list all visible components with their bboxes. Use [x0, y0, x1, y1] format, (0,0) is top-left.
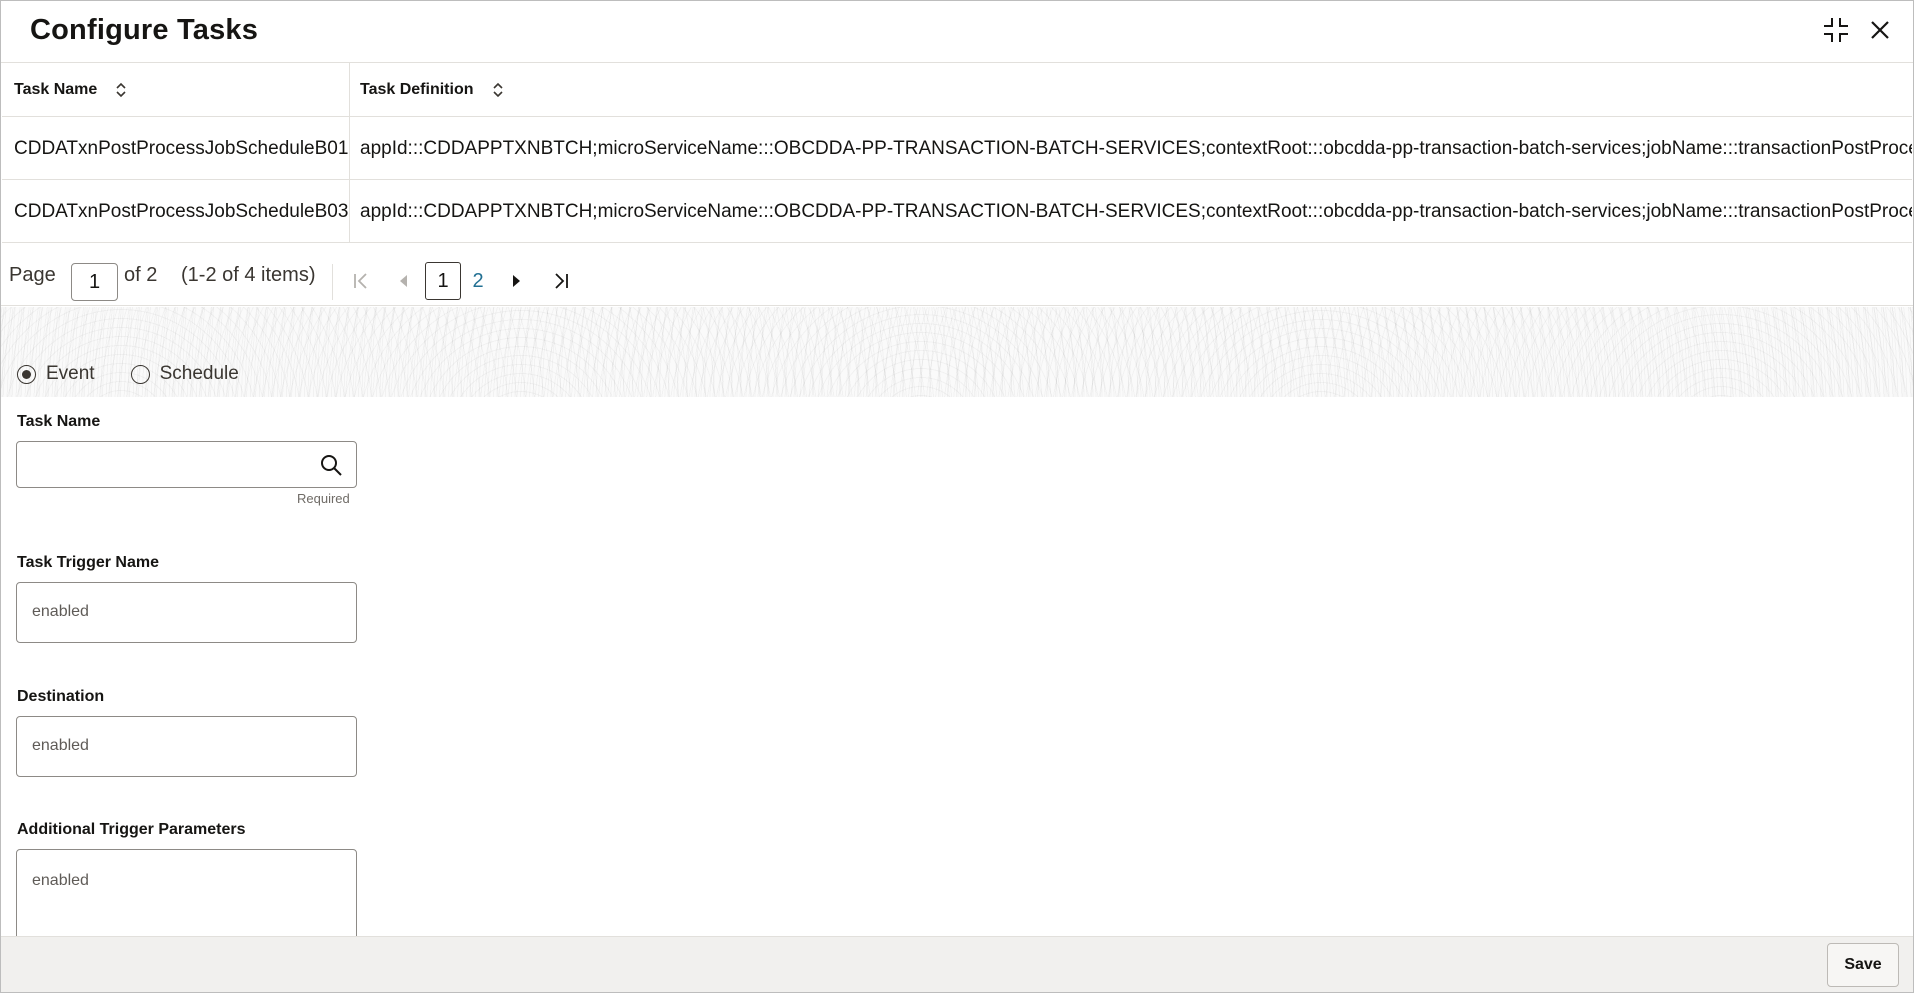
sort-icon[interactable] — [115, 82, 127, 98]
first-page-button[interactable] — [346, 266, 376, 296]
next-page-button[interactable] — [501, 266, 531, 296]
decorative-background-band — [1, 307, 1913, 397]
radio-schedule[interactable]: Schedule — [130, 363, 239, 385]
additional-trigger-parameters-value: enabled — [32, 872, 89, 889]
page-number-input[interactable] — [71, 263, 118, 301]
close-icon — [1871, 21, 1889, 39]
save-button[interactable]: Save — [1827, 943, 1899, 987]
destination-field[interactable]: enabled — [16, 716, 357, 777]
dialog-footer: Save — [1, 936, 1913, 992]
task-trigger-name-field[interactable]: enabled — [16, 582, 357, 643]
dialog-title: Configure Tasks — [30, 14, 259, 46]
search-button[interactable] — [318, 452, 344, 478]
task-name-label: Task Name — [17, 413, 101, 430]
minimize-button[interactable] — [1819, 13, 1853, 47]
configure-tasks-dialog: Configure Tasks Task Name Task Definitio… — [0, 0, 1914, 993]
table-header: Task Name Task Definition — [2, 63, 1912, 117]
pagination-divider — [332, 264, 333, 300]
items-range-label: (1-2 of 4 items) — [181, 264, 316, 286]
cell-task-definition: appId:::CDDAPPTXNBTCH;microServiceName::… — [360, 200, 1912, 222]
column-header-task-name[interactable]: Task Name — [14, 63, 127, 117]
column-header-task-definition[interactable]: Task Definition — [360, 63, 504, 117]
last-page-button[interactable] — [546, 266, 576, 296]
pagination: Page of 2 (1-2 of 4 items) 1 2 — [1, 244, 1913, 306]
trigger-type-radio-group: Event Schedule — [17, 363, 275, 385]
column-header-label: Task Definition — [360, 81, 474, 98]
radio-event[interactable]: Event — [17, 363, 95, 385]
page-label: Page — [9, 264, 56, 286]
radio-label: Event — [46, 363, 95, 384]
search-icon — [321, 455, 342, 476]
page-button-2[interactable]: 2 — [460, 262, 496, 300]
collapse-icon — [1824, 18, 1848, 42]
task-trigger-name-label: Task Trigger Name — [17, 554, 159, 571]
radio-selected-icon — [17, 364, 36, 384]
cell-task-definition: appId:::CDDAPPTXNBTCH;microServiceName::… — [360, 137, 1912, 159]
destination-value: enabled — [32, 737, 89, 754]
table-row[interactable]: CDDATxnPostProcessJobScheduleB01 appId::… — [2, 117, 1912, 180]
cell-task-name: CDDATxnPostProcessJobScheduleB03 — [14, 200, 349, 222]
destination-label: Destination — [17, 688, 105, 705]
previous-page-button[interactable] — [389, 266, 419, 296]
close-button[interactable] — [1863, 13, 1897, 47]
caret-right-icon — [513, 275, 520, 287]
first-page-icon — [354, 273, 367, 289]
table-row[interactable]: CDDATxnPostProcessJobScheduleB03 appId::… — [2, 180, 1912, 243]
task-name-input[interactable] — [16, 441, 357, 488]
additional-trigger-parameters-field[interactable]: enabled — [16, 849, 357, 949]
cell-task-name: CDDATxnPostProcessJobScheduleB01 — [14, 137, 349, 159]
column-header-label: Task Name — [14, 81, 98, 98]
page-count-label: of 2 — [124, 264, 158, 286]
additional-trigger-parameters-label: Additional Trigger Parameters — [17, 821, 246, 838]
task-trigger-name-value: enabled — [32, 603, 89, 620]
dialog-header: Configure Tasks — [1, 1, 1913, 63]
required-helper-text: Required — [297, 491, 350, 506]
tasks-table: Task Name Task Definition CDDATxnPostPro… — [2, 63, 1912, 243]
page-button-1[interactable]: 1 — [425, 262, 461, 300]
caret-left-icon — [400, 275, 407, 287]
radio-unselected-icon — [130, 364, 150, 384]
sort-icon[interactable] — [492, 82, 504, 98]
radio-label: Schedule — [159, 363, 239, 384]
last-page-icon — [555, 273, 568, 289]
